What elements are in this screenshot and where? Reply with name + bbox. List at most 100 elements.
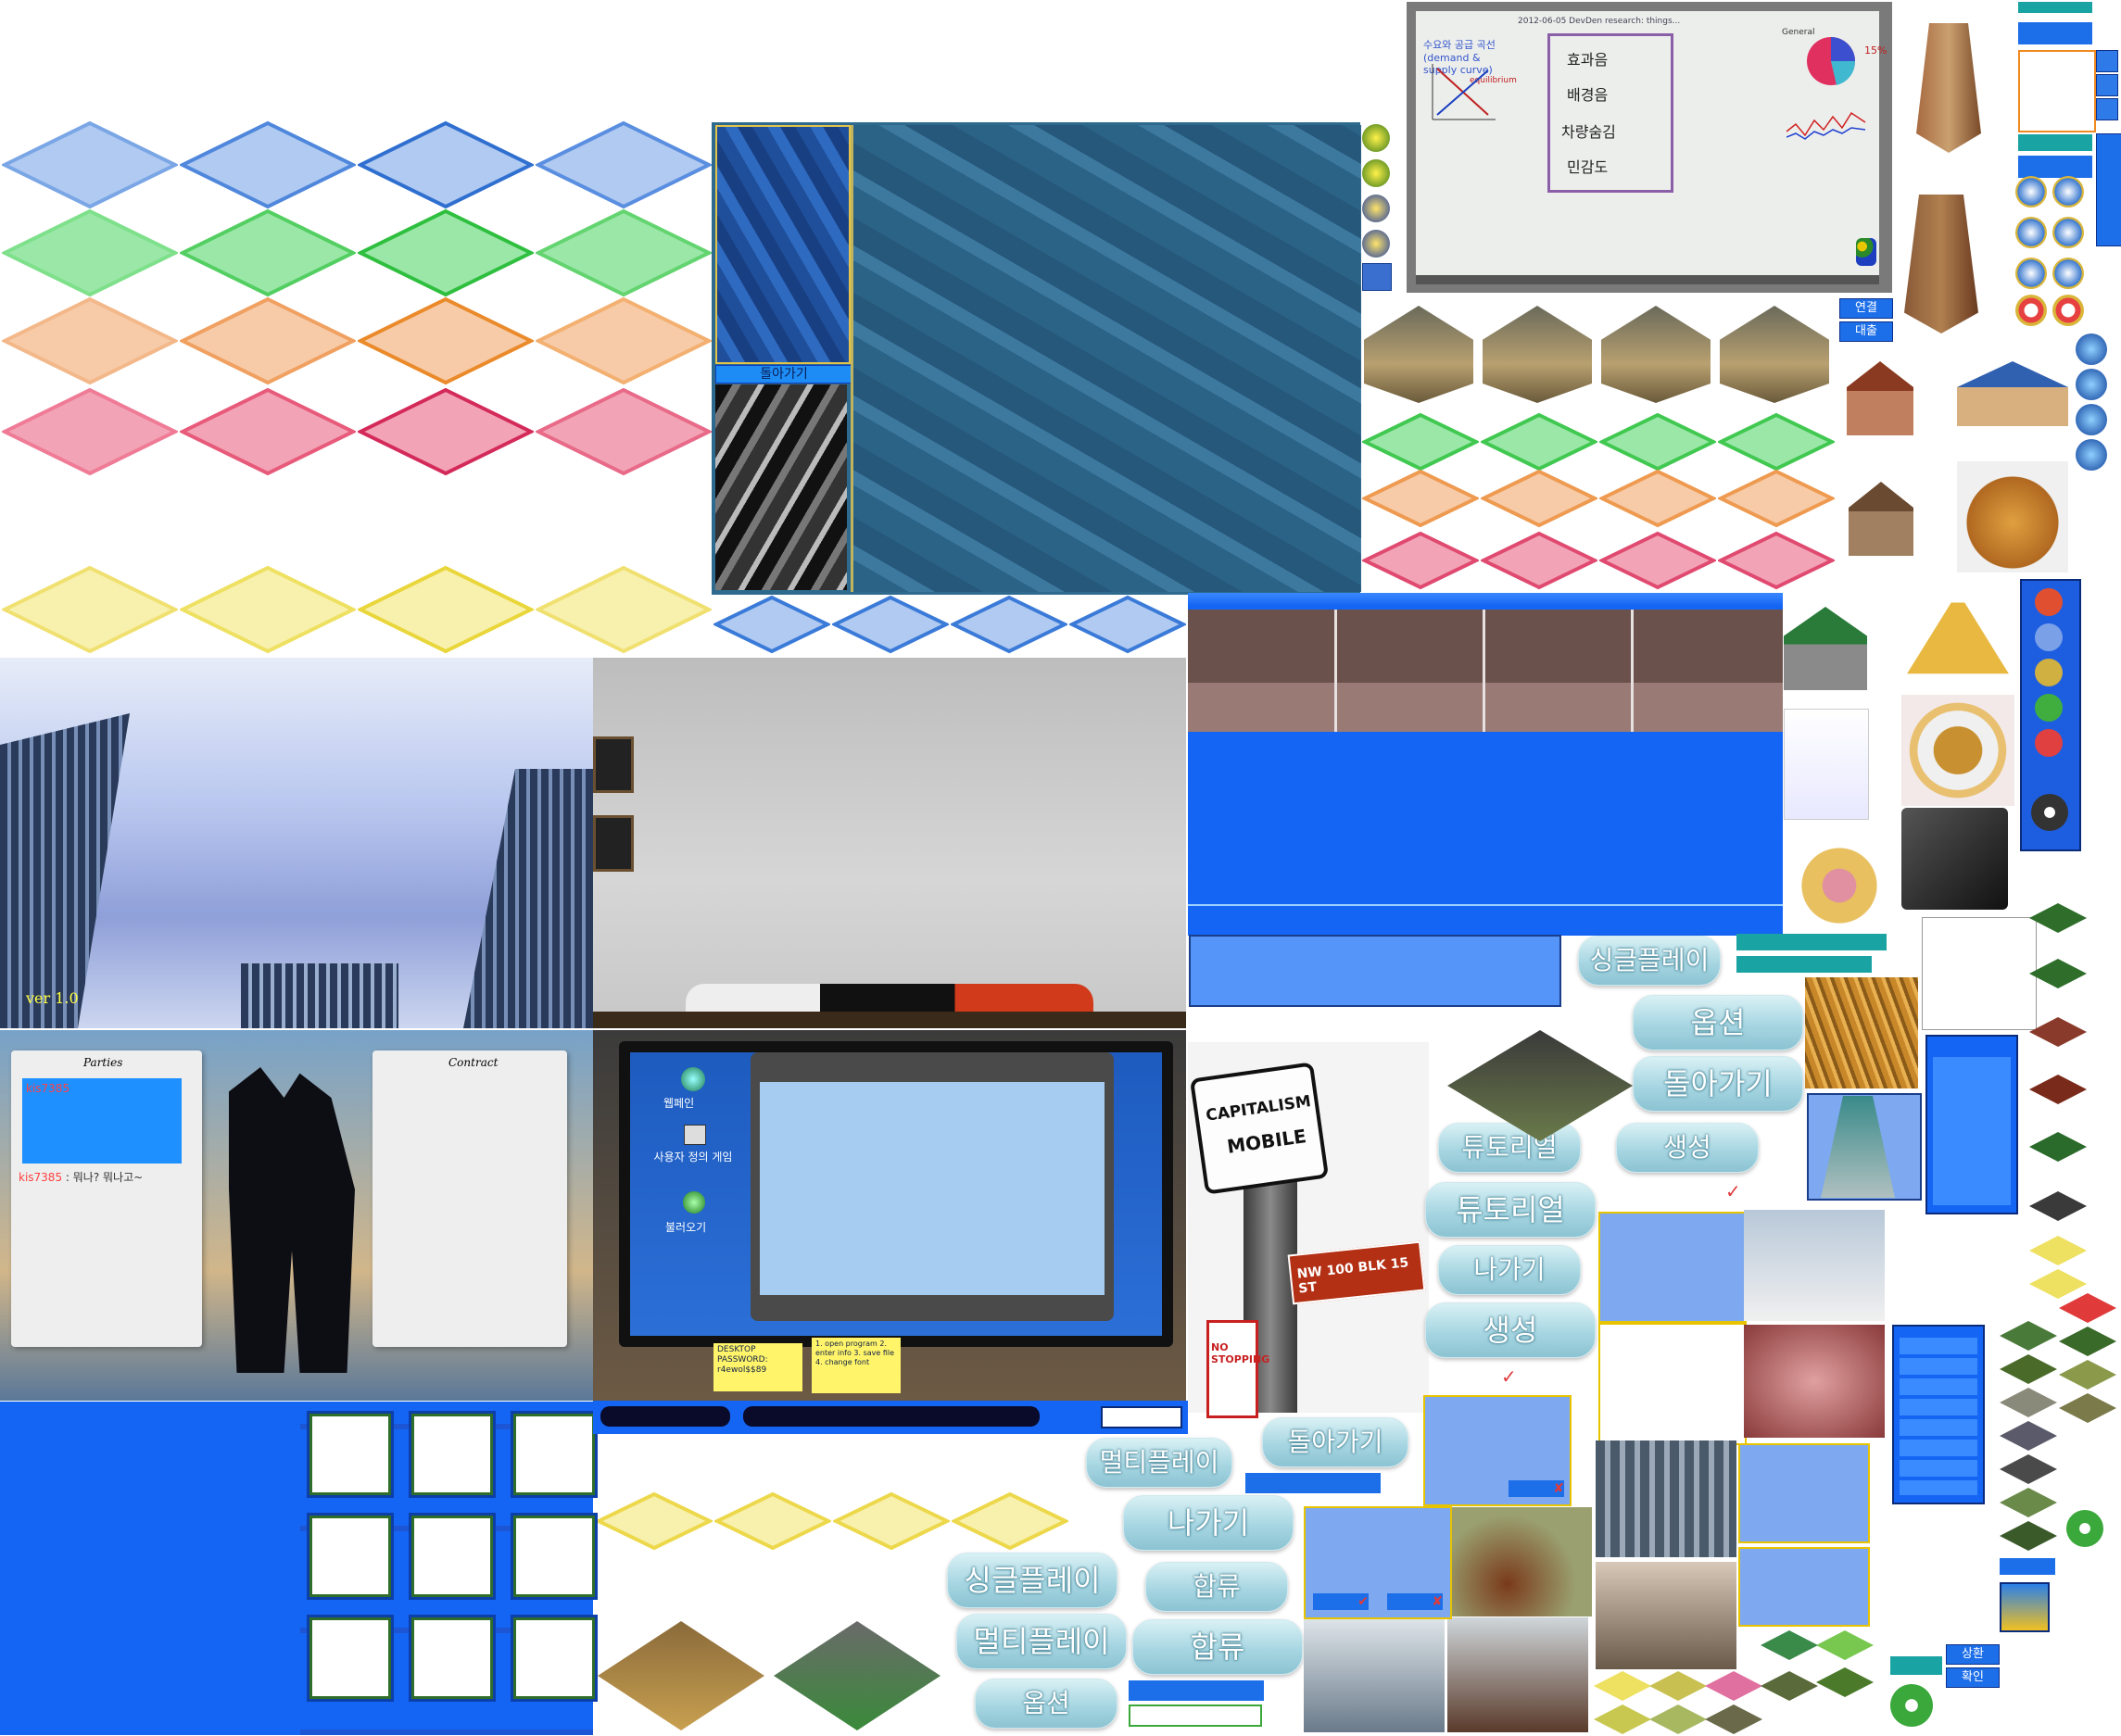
inventory-slot[interactable] (411, 1414, 493, 1495)
diamond-tile (536, 387, 712, 476)
dialog-box-white[interactable] (1598, 1323, 1747, 1445)
inventory-slot[interactable] (513, 1516, 595, 1597)
dialog-box[interactable] (1598, 1212, 1747, 1323)
diamond-tile-small (1718, 412, 1835, 472)
contract-title: Contract (448, 1056, 499, 1069)
alert-icon[interactable] (2015, 295, 2047, 326)
info-icon[interactable] (2066, 1510, 2103, 1547)
factory-icon (1720, 306, 1829, 403)
diamond-tile (2, 387, 178, 476)
desktop-icon-label[interactable]: 사용자 정의 게임 (647, 1149, 739, 1164)
terrain-tile (2000, 1321, 2057, 1351)
merge-button[interactable]: 합류 (1132, 1619, 1303, 1675)
blue-field[interactable] (1189, 935, 1561, 1007)
terrain-tile (2000, 1388, 2057, 1417)
food-processing-photo (1744, 1325, 1885, 1438)
single-player-button[interactable]: 싱글플레이 (947, 1553, 1117, 1608)
diamond-tile (180, 120, 356, 209)
repay-button[interactable]: 상환 (1946, 1644, 2000, 1665)
chart-icon[interactable] (1362, 195, 1390, 222)
single-player-button-small[interactable]: 싱글플레이 (1578, 936, 1721, 986)
inventory-slot[interactable] (411, 1617, 493, 1699)
skyscraper-right (463, 769, 593, 1028)
computer-icon[interactable] (684, 1125, 706, 1145)
stack-icon[interactable] (2035, 694, 2063, 722)
desktop-icon-label[interactable]: 불러오기 (665, 1219, 706, 1235)
inventory-slot[interactable] (513, 1414, 595, 1495)
confirm-button[interactable]: 확인 (1946, 1667, 2000, 1688)
chart-icon[interactable] (2076, 333, 2107, 365)
tutorial-button-small[interactable]: 튜토리얼 (1438, 1123, 1581, 1173)
finance-header-strip (1188, 593, 1783, 606)
dollar-icon[interactable] (1362, 124, 1390, 152)
back-label-bar[interactable]: 돌아가기 (715, 365, 852, 384)
finance-table (1188, 610, 1783, 732)
inventory-slot[interactable] (309, 1516, 391, 1597)
multi-player-button-small[interactable]: 멀티플레이 (1086, 1438, 1232, 1488)
connect-button[interactable]: 연결 (1839, 298, 1893, 319)
list-panel[interactable] (1892, 1325, 1985, 1504)
pin-icon[interactable] (2076, 439, 2107, 471)
magnifier-icon[interactable] (2035, 623, 2063, 651)
ok-check-button[interactable]: ✔ (1313, 1593, 1369, 1610)
info-icon[interactable] (1890, 1684, 1933, 1727)
back-button[interactable]: 돌아가기 (1633, 1056, 1803, 1112)
whiteboard-title: 2012-06-05 DevDen research: things... (1518, 17, 1681, 26)
book-icon[interactable] (2035, 659, 2063, 686)
diamond-tile-small (1599, 469, 1716, 528)
exit-button[interactable]: 나가기 (1123, 1495, 1294, 1551)
globe-icon[interactable] (2076, 404, 2107, 435)
terrain-tile (2059, 1360, 2116, 1390)
loan-button[interactable]: 대출 (1839, 321, 1893, 342)
inventory-slot[interactable] (309, 1414, 391, 1495)
hammer-icon[interactable] (2035, 588, 2063, 616)
chart-icon[interactable] (2076, 369, 2107, 400)
inventory-slot[interactable] (309, 1617, 391, 1699)
orb-icon[interactable] (683, 1191, 705, 1214)
cancel-x-button[interactable]: ✘ (1387, 1593, 1443, 1610)
info-icon[interactable] (2015, 258, 2047, 289)
parties-panel: Parties kis7385 kis7385 : 뭐나? 뭐나고~ (11, 1050, 202, 1347)
list-panel[interactable] (1925, 1035, 2018, 1214)
tool-icon[interactable] (2015, 217, 2047, 248)
options-button-small[interactable]: 옵션 (975, 1679, 1117, 1729)
create-button-small[interactable]: 생성 (1616, 1123, 1759, 1173)
factory-icon (1483, 306, 1592, 403)
exit-button-small[interactable]: 나가기 (1438, 1245, 1581, 1295)
desktop-icon-label[interactable]: 웹페인 (663, 1095, 694, 1111)
create-button[interactable]: 생성 (1425, 1302, 1596, 1358)
back-button-small[interactable]: 돌아가기 (1262, 1417, 1408, 1467)
options-button[interactable]: 옵션 (1633, 995, 1803, 1050)
confirm-dialog[interactable]: ✔ ✘ (1304, 1506, 1452, 1619)
dollar-icon[interactable] (1362, 159, 1390, 187)
terrain-tile (2000, 1354, 2057, 1384)
inventory-slot[interactable] (513, 1617, 595, 1699)
yellow-diamond-tile (714, 1491, 831, 1551)
alert-icon[interactable] (2052, 295, 2084, 326)
money-app-icon[interactable] (2000, 1582, 2050, 1632)
tool-icon[interactable] (2052, 217, 2084, 248)
inventory-slot[interactable] (411, 1516, 493, 1597)
magnifier-icon[interactable] (2015, 176, 2047, 208)
tools-icon[interactable] (1362, 263, 1392, 291)
merge-button-small[interactable]: 합류 (1145, 1562, 1288, 1612)
blue-diamond-tile (951, 595, 1067, 654)
info-icon[interactable] (2052, 258, 2084, 289)
gauge-icon[interactable] (2031, 794, 2068, 831)
cancel-x-button[interactable]: ✘ (1509, 1480, 1564, 1497)
monitor-screen: 웹페인 사용자 정의 게임 불러오기 (619, 1041, 1173, 1347)
tutorial-button[interactable]: 튜토리얼 (1425, 1182, 1596, 1238)
magnifier-icon[interactable] (2052, 176, 2084, 208)
diamond-tile (180, 208, 356, 297)
multi-player-button[interactable]: 멀티플레이 (956, 1614, 1127, 1669)
dialog-box[interactable] (1738, 1547, 1870, 1627)
parties-list[interactable]: kis7385 (22, 1078, 182, 1164)
globe-icon[interactable] (681, 1067, 705, 1091)
dialog-box[interactable] (1738, 1443, 1870, 1543)
chart-icon[interactable] (1362, 230, 1390, 258)
house-icon (1849, 482, 1913, 556)
terrain-tile (1649, 1705, 1707, 1734)
teal-bar (1736, 956, 1872, 973)
check-icon[interactable] (2035, 729, 2063, 757)
factory-icon (1601, 306, 1711, 403)
